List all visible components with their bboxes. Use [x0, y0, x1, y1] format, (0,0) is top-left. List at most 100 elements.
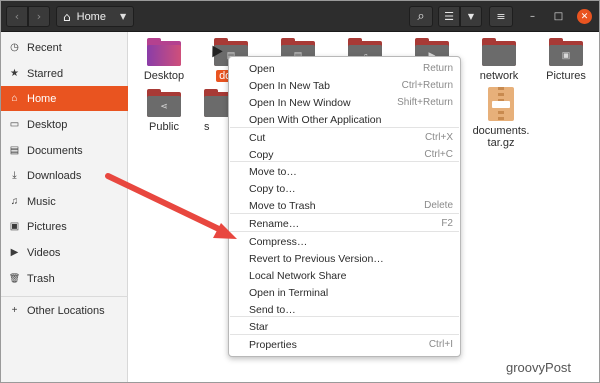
sidebar-item-pictures[interactable]: ▣ Pictures: [1, 214, 128, 239]
sidebar-item-label: Pictures: [27, 220, 67, 233]
folder-icon: ⋖: [147, 89, 181, 117]
menu-item-shortcut: Ctrl+Return: [401, 80, 453, 91]
menu-item-cut[interactable]: Cut Ctrl+X: [229, 129, 460, 146]
sidebar-item-label: Starred: [27, 67, 64, 80]
trash-icon: 🗑: [8, 273, 21, 283]
menu-item-copy-to[interactable]: Copy to…: [229, 180, 460, 197]
file-item-partial[interactable]: s: [198, 89, 238, 133]
menu-item-label: Copy to…: [249, 182, 296, 195]
search-button[interactable]: ⌕: [409, 6, 433, 27]
sidebar-item-downloads[interactable]: ⤓ Downloads: [1, 163, 128, 188]
maximize-button[interactable]: □: [551, 9, 566, 24]
chevron-right-icon: ›: [36, 10, 42, 23]
file-item-network[interactable]: network: [466, 38, 532, 82]
sidebar-item-music[interactable]: ♫ Music: [1, 189, 128, 214]
menu-item-revert-to-previous-version[interactable]: Revert to Previous Version…: [229, 250, 460, 267]
menu-separator: [230, 127, 459, 128]
file-item-desktop[interactable]: Desktop: [131, 38, 197, 82]
maximize-icon: □: [553, 11, 564, 22]
menu-item-open[interactable]: Open Return: [229, 60, 460, 77]
video-icon: ▶: [10, 247, 19, 258]
star-icon: ★: [10, 68, 19, 79]
document-icon: ▤: [9, 145, 20, 156]
view-toggle-button[interactable]: ☰: [438, 6, 460, 27]
sidebar-item-home[interactable]: ⌂ Home: [1, 86, 128, 111]
menu-separator: [230, 213, 459, 214]
sidebar-item-desktop[interactable]: ▭ Desktop: [1, 112, 128, 137]
menu-item-label: Local Network Share: [249, 269, 347, 282]
sidebar-item-label: Trash: [27, 272, 55, 285]
menu-item-shortcut: Ctrl+X: [424, 132, 453, 143]
close-button[interactable]: ✕: [577, 9, 592, 24]
sidebar-divider: [1, 296, 128, 297]
menu-item-label: Send to…: [249, 303, 296, 316]
menu-item-label: Move to…: [249, 165, 297, 178]
main-menu-button[interactable]: ≡: [489, 6, 513, 27]
sidebar-item-documents[interactable]: ▤ Documents: [1, 138, 128, 163]
back-button[interactable]: ‹: [6, 6, 28, 27]
file-item-pictures[interactable]: ▣ Pictures: [533, 38, 599, 82]
search-icon: ⌕: [417, 9, 425, 24]
menu-item-compress[interactable]: Compress…: [229, 233, 460, 250]
sidebar-item-other-locations[interactable]: + Other Locations: [1, 298, 128, 323]
folder-icon: [147, 38, 181, 66]
file-label: Desktop: [143, 70, 185, 82]
menu-item-open-in-terminal[interactable]: Open in Terminal: [229, 284, 460, 301]
view-options-button[interactable]: ▼: [460, 6, 482, 27]
home-icon: ⌂: [63, 9, 71, 24]
menu-item-shortcut: Return: [422, 63, 453, 74]
menu-item-shortcut: Ctrl+I: [428, 339, 453, 350]
menu-item-move-to[interactable]: Move to…: [229, 163, 460, 180]
menu-separator: [230, 161, 459, 162]
file-label: s: [204, 121, 210, 133]
download-icon: ⤓: [12, 170, 17, 181]
menu-item-open-with-other-application[interactable]: Open With Other Application: [229, 111, 460, 128]
menu-item-shortcut: F2: [441, 218, 453, 229]
close-icon: ✕: [580, 11, 589, 22]
menu-item-shortcut: Shift+Return: [397, 97, 453, 108]
sidebar-item-label: Documents: [27, 144, 83, 157]
menu-separator: [230, 231, 459, 232]
menu-item-label: Cut: [249, 131, 266, 144]
music-icon: ♫: [10, 196, 19, 207]
desktop-icon: ▭: [9, 119, 20, 130]
menu-item-local-network-share[interactable]: Local Network Share: [229, 267, 460, 284]
file-label-line1: documents.: [472, 125, 530, 137]
watermark: groovyPost: [506, 360, 572, 375]
menu-item-move-to-trash[interactable]: Move to Trash Delete: [229, 197, 460, 214]
sidebar-item-label: Recent: [27, 41, 62, 54]
file-label-line2: tar.gz: [487, 137, 515, 149]
menu-item-label: Open In New Window: [249, 96, 351, 109]
menu-item-label: Open With Other Application: [249, 113, 382, 126]
file-label: network: [479, 70, 519, 82]
menu-item-properties[interactable]: Properties Ctrl+I: [229, 336, 460, 353]
menu-item-shortcut: Ctrl+C: [424, 149, 453, 160]
minimize-button[interactable]: –: [525, 9, 540, 24]
file-label: Pictures: [546, 70, 586, 82]
header-bar: ‹ › ⌂ Home ▼ ⌕ ☰ ▼ ≡ – □ ✕: [1, 1, 599, 32]
picture-icon: ▣: [9, 221, 20, 232]
sidebar-item-starred[interactable]: ★ Starred: [1, 61, 128, 86]
hamburger-icon: ≡: [496, 10, 506, 23]
file-item-archive[interactable]: documents. tar.gz: [466, 87, 536, 149]
minimize-icon: –: [530, 11, 535, 22]
sidebar-item-label: Downloads: [27, 169, 82, 182]
forward-button[interactable]: ›: [28, 6, 50, 27]
menu-item-label: Move to Trash: [249, 199, 316, 212]
menu-item-shortcut: Delete: [424, 200, 453, 211]
menu-item-label: Rename…: [249, 217, 300, 230]
sidebar-item-videos[interactable]: ▶ Videos: [1, 240, 128, 265]
menu-item-star[interactable]: Star: [229, 318, 460, 335]
menu-item-open-in-new-window[interactable]: Open In New Window Shift+Return: [229, 94, 460, 111]
sidebar-item-trash[interactable]: 🗑 Trash: [1, 266, 128, 291]
sidebar-item-label: Music: [27, 195, 56, 208]
menu-item-label: Revert to Previous Version…: [249, 252, 384, 265]
sidebar-item-recent[interactable]: ◷ Recent: [1, 35, 128, 60]
archive-icon: [488, 87, 514, 121]
menu-item-open-in-new-tab[interactable]: Open In New Tab Ctrl+Return: [229, 77, 460, 94]
sidebar: ◷ Recent ★ Starred ⌂ Home ▭ Desktop ▤ Documen…: [1, 32, 128, 382]
menu-item-rename[interactable]: Rename… F2: [229, 215, 460, 232]
location-button[interactable]: ⌂ Home ▼: [56, 6, 134, 27]
menu-item-label: Open In New Tab: [249, 79, 330, 92]
file-item-public[interactable]: ⋖ Public: [131, 89, 197, 133]
